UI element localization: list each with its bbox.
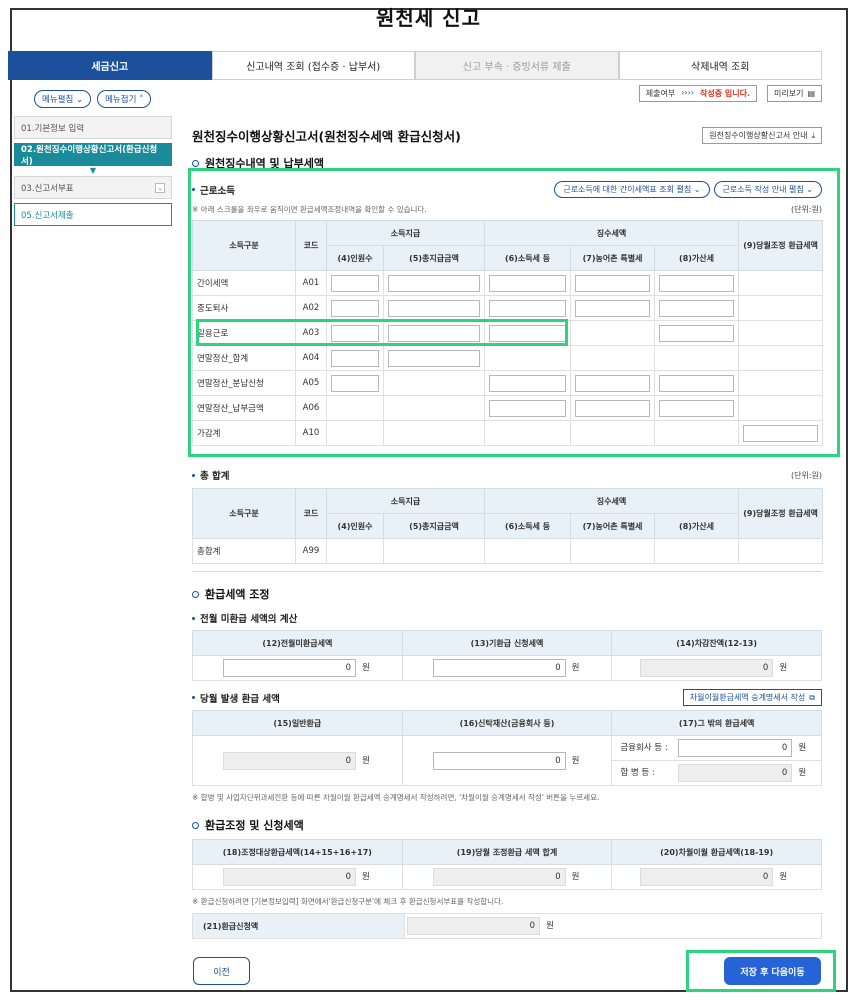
curr-refund-table: (15)일반환급 (16)신탁재산(금융회사 등) (17)그 밖의 환급세액 … <box>192 710 822 786</box>
sidebar-item-attached-tables[interactable]: 03.신고서부표 ⌄ <box>14 176 172 199</box>
curr-refund-title: 당월 발생 환급 세액 <box>192 691 280 705</box>
menu-expand-button[interactable]: 메뉴펼침 ⌄ <box>34 90 92 108</box>
merger-field: 0 <box>678 764 793 782</box>
external-link-icon: ⧉ <box>809 692 815 702</box>
refund-apply-label: (21)환급신청액 <box>192 913 405 939</box>
prev-refund-title: 전월 미환급 세액의 계산 <box>192 611 822 625</box>
guide-download-button[interactable]: 원천징수이행상황신고서 안내 ⤓ <box>702 127 822 144</box>
chevron-down-icon: ⌄ <box>75 95 84 105</box>
chevron-up-icon: ˄ <box>139 95 144 105</box>
section-title-refund: 환급세액 조정 <box>192 586 822 602</box>
top-tabs: 세금신고 신고내역 조회 (접수증 · 납부서) 신고 부속 · 증빙서류 제출… <box>8 51 822 80</box>
menu-collapse-button[interactable]: 메뉴접기 ˄ <box>97 90 152 108</box>
menu-buttons: 메뉴펼침 ⌄ 메뉴접기 ˄ <box>14 90 172 108</box>
sidebar-item-withholding-report[interactable]: 02.원천징수이행상황신고서(환급신청서) <box>14 143 172 167</box>
form-title: 원천징수이행상황신고서(원천징수세액 환급신청서) <box>192 129 461 144</box>
circle-icon <box>192 159 199 167</box>
prev-refund-table: (12)전월미환급세액 (13)기환급 신청세액 (14)차감잔액(12-13)… <box>192 630 822 681</box>
tab-attachments: 신고 부속 · 증빙서류 제출 <box>415 51 619 80</box>
general-refund-field: 0 <box>223 751 356 770</box>
tab-tax-report[interactable]: 세금신고 <box>8 51 212 80</box>
preview-button[interactable]: 미리보기 ▤ <box>766 84 822 102</box>
document-icon: ▤ <box>807 88 815 98</box>
carryover-note: ※ 합병 및 사업자단위과세전환 등에 따른 차월이월 환급세액 승계명세서 작… <box>192 793 600 802</box>
circle-icon <box>192 590 199 598</box>
prev-button[interactable]: 이전 <box>193 957 250 985</box>
monthly-adjust-field: 0 <box>432 868 566 886</box>
section-title-adjust: 환급조정 및 신청세액 <box>192 817 822 833</box>
tab-deleted-history[interactable]: 삭제내역 조회 <box>618 51 822 80</box>
bullet-icon <box>192 616 195 620</box>
total-table: 소득구분 코드 소득지급 징수세액 (9)당월조정 환급세액 (4)인원수 (5… <box>192 488 824 564</box>
highlight-daily-work-row <box>196 319 568 346</box>
total-title: 총 합계 <box>192 468 230 482</box>
sidebar: 메뉴펼침 ⌄ 메뉴접기 ˄ 01.기본정보 입력 02.원천징수이행상황신고서(… <box>14 90 172 230</box>
refund-apply-note: ※ 환급신청하려면 [기본정보입력] 화면에서'환급신청구분'에 체크 후 환급… <box>192 897 504 906</box>
form-title-row: 원천징수이행상황신고서(원천징수세액 환급신청서) 원천징수이행상황신고서 안내… <box>192 126 822 145</box>
sidebar-item-basic-info[interactable]: 01.기본정보 입력 <box>14 116 172 139</box>
download-icon: ⤓ <box>811 130 815 140</box>
bullet-icon <box>192 473 195 477</box>
arrow-down-icon: ▼ <box>89 166 97 175</box>
chevron-down-icon[interactable]: ⌄ <box>155 182 165 193</box>
adjust-target-field: 0 <box>223 868 356 886</box>
carryover-statement-button[interactable]: 차월이월환급세액 승계명세서 작성 ⧉ <box>682 689 822 706</box>
financial-institution-input[interactable]: 0 <box>678 739 793 757</box>
save-next-button[interactable]: 저장 후 다음이동 <box>724 957 821 985</box>
page-title: 원천세 신고 <box>376 6 481 30</box>
refund-apply-table: (21)환급신청액 0원 <box>192 913 822 939</box>
status-row: 제출여부 ›››› 작성중 입니다. 미리보기 ▤ <box>192 84 822 102</box>
tab-report-history[interactable]: 신고내역 조회 (접수증 · 납부서) <box>211 51 415 80</box>
refund-apply-field: 0 <box>407 917 540 935</box>
bullet-icon <box>192 696 195 699</box>
highlight-earned-income <box>188 168 840 457</box>
already-refunded-input[interactable]: 0 <box>432 659 566 677</box>
adjust-table: (18)조정대상환급세액(14+15+16+17) (19)당월 조정환급 세액… <box>192 839 822 890</box>
prev-unrefunded-input[interactable]: 0 <box>223 659 356 677</box>
carryover-refund-field: 0 <box>640 868 774 886</box>
arrows-icon: ›››› <box>681 87 694 97</box>
sidebar-item-submit[interactable]: 05.신고서제출 <box>14 203 172 226</box>
submission-status: 제출여부 ›››› 작성중 입니다. <box>638 84 757 102</box>
table-row: 총합계 A99 <box>192 538 824 564</box>
balance-field: 0 <box>640 659 774 677</box>
circle-icon <box>192 821 199 829</box>
trust-refund-input[interactable]: 0 <box>432 751 566 770</box>
